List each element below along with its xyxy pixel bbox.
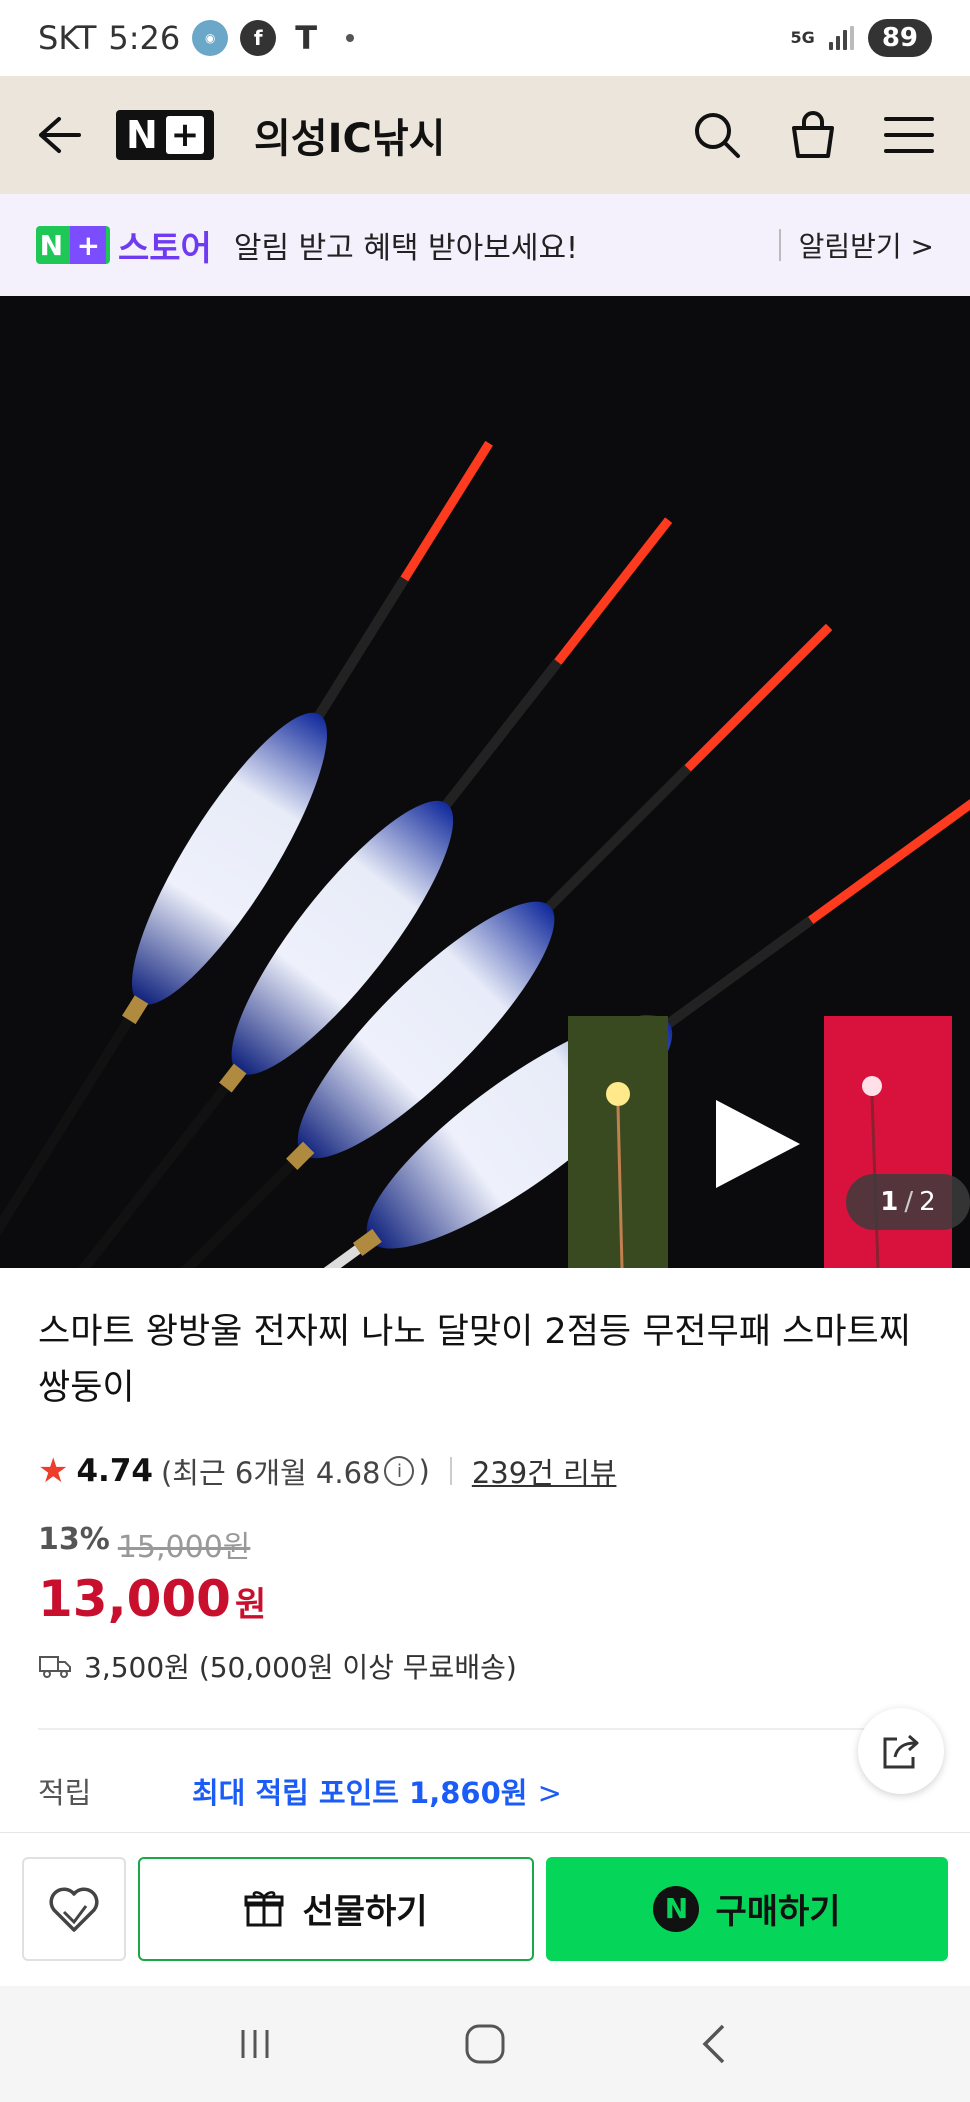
- shipping-fee: 3,500원 (50,000원 이상 무료배송): [84, 1651, 517, 1684]
- notification-banner[interactable]: N + 스토어 알림 받고 혜택 받아보세요! 알림받기 >: [0, 194, 970, 296]
- rating-divider: [449, 1457, 452, 1485]
- wishlist-button[interactable]: [22, 1856, 126, 1961]
- naver-pay-icon: N: [653, 1885, 700, 1932]
- logo-plus: +: [165, 115, 204, 155]
- image-counter-separator: /: [904, 1187, 914, 1217]
- delivery-truck-icon: [39, 1656, 71, 1678]
- store-name[interactable]: 의성IC낚시: [254, 106, 445, 164]
- rating-score: 4.74: [76, 1453, 153, 1489]
- max-points-text: 최대 적립 포인트 1,860원: [192, 1776, 528, 1810]
- recent-apps-button[interactable]: [225, 2014, 285, 2074]
- video-play-button[interactable]: [712, 1098, 804, 1194]
- gift-icon: [244, 1890, 284, 1926]
- product-image[interactable]: [0, 296, 970, 1268]
- points-row[interactable]: 적립 최대 적립 포인트 1,860원 >: [38, 1770, 562, 1812]
- share-button[interactable]: [858, 1708, 944, 1794]
- discount-row: 13% 15,000원: [38, 1522, 250, 1566]
- nplus-logo[interactable]: N +: [116, 110, 214, 160]
- badge-n: N: [39, 228, 64, 262]
- status-left: SKT 5:26 ◉ f T: [38, 19, 355, 57]
- info-icon[interactable]: i: [384, 1456, 415, 1486]
- notice-message: 알림 받고 혜택 받아보세요!: [233, 231, 579, 266]
- gift-label: 선물하기: [302, 1892, 428, 1932]
- system-nav-bar: [0, 1986, 970, 2102]
- shipping-row: 3,500원 (50,000원 이상 무료배송): [38, 1646, 517, 1686]
- logo-n: N: [126, 113, 158, 157]
- status-bar: SKT 5:26 ◉ f T 5G 89: [0, 0, 970, 76]
- header-icons: [690, 108, 936, 162]
- back-chevron-icon: [702, 2024, 725, 2064]
- store-label: 스토어: [118, 228, 212, 269]
- shopping-bag-icon: [792, 111, 834, 158]
- search-button[interactable]: [690, 108, 744, 162]
- product-title: 스마트 왕방울 전자찌 나노 달맞이 2점등 무전무패 스마트찌 쌍둥이: [38, 1312, 911, 1408]
- more-dot-icon: [346, 34, 355, 42]
- badge-plus: +: [70, 226, 107, 264]
- signal-icon: [828, 26, 854, 50]
- share-icon: [883, 1734, 919, 1769]
- recent-apps-icon: [241, 2030, 269, 2058]
- facebook-icon: f: [240, 20, 277, 56]
- menu-icon: [884, 117, 934, 153]
- home-button[interactable]: [455, 2014, 515, 2074]
- rating-row: ★ 4.74 (최근 6개월 4.68 i ) 239건 리뷰: [38, 1446, 616, 1496]
- network-type: 5G: [790, 28, 815, 47]
- review-count-link[interactable]: 239건 리뷰: [472, 1450, 617, 1492]
- currency-label: 원: [234, 1585, 267, 1625]
- discount-rate: 13%: [38, 1522, 110, 1557]
- sale-price: 13,000: [38, 1570, 231, 1628]
- back-button[interactable]: [34, 110, 84, 160]
- buy-button[interactable]: N 구매하기: [546, 1856, 948, 1961]
- back-nav-button[interactable]: [685, 2014, 745, 2074]
- gift-button[interactable]: 선물하기: [138, 1856, 534, 1961]
- image-counter-current: 1: [880, 1187, 899, 1217]
- nplus-store-logo: N + 스토어: [36, 221, 212, 270]
- heart-icon: [49, 1886, 99, 1932]
- recent-rating: (최근 6개월 4.68: [160, 1456, 381, 1490]
- product-photo: [0, 296, 970, 1268]
- menu-button[interactable]: [882, 108, 936, 162]
- original-price: 15,000원: [117, 1530, 251, 1565]
- buy-label: 구매하기: [715, 1892, 841, 1932]
- max-points: 최대 적립 포인트 1,860원 >: [192, 1770, 562, 1812]
- nplus-badge: N +: [36, 226, 110, 264]
- app-notification-icon: ◉: [192, 20, 229, 56]
- sale-price-row: 13,000 원: [38, 1570, 266, 1628]
- cart-button[interactable]: [786, 108, 840, 162]
- battery-indicator: 89: [867, 19, 932, 57]
- subscribe-alert-button[interactable]: 알림받기 >: [799, 225, 934, 265]
- carrier-label: SKT: [38, 19, 97, 57]
- back-arrow-icon: [39, 117, 81, 153]
- store-header: N + 의성IC낚시: [0, 76, 970, 194]
- image-counter-total: 2: [919, 1187, 936, 1217]
- star-icon: ★: [38, 1451, 69, 1491]
- purchase-action-bar: 선물하기 N 구매하기: [0, 1832, 970, 1984]
- recent-rating-close: ): [418, 1454, 430, 1488]
- threads-icon: T: [295, 19, 318, 57]
- status-right: 5G 89: [791, 19, 932, 57]
- home-icon: [465, 2024, 505, 2064]
- section-divider: [38, 1728, 898, 1730]
- play-icon: [716, 1100, 800, 1188]
- points-label: 적립: [38, 1776, 92, 1810]
- notice-divider: [778, 229, 781, 261]
- image-counter: 1 / 2: [846, 1174, 970, 1230]
- search-icon: [695, 113, 740, 158]
- clock-time: 5:26: [108, 19, 181, 57]
- chevron-right-icon: >: [537, 1776, 562, 1810]
